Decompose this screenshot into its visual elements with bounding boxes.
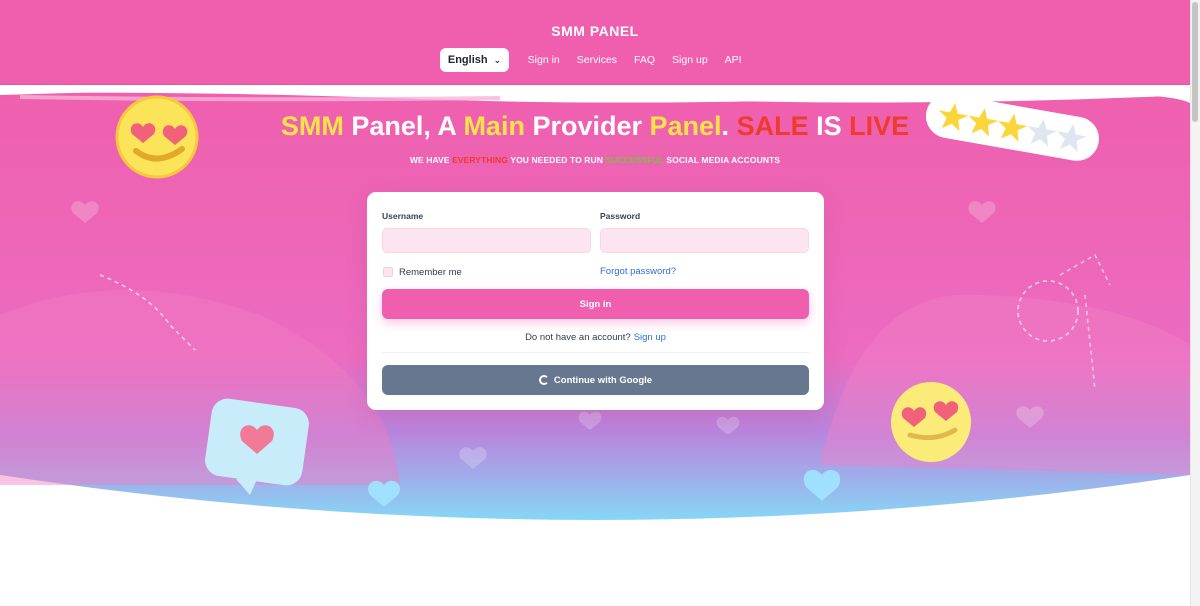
username-label: Username xyxy=(382,211,424,221)
top-navbar: SMM PANEL English ⌄ Sign in Services FAQ… xyxy=(0,0,1190,85)
sub-text-3: SOCIAL MEDIA ACCOUNTS xyxy=(663,155,781,165)
signin-button[interactable]: Sign in xyxy=(382,289,809,319)
forgot-password-link[interactable]: Forgot password? xyxy=(600,266,676,277)
google-button-label: Continue with Google xyxy=(553,374,653,386)
headline-panel: Panel xyxy=(649,111,722,141)
sub-everything: EVERYTHING xyxy=(452,155,509,165)
main-nav: English ⌄ Sign in Services FAQ Sign up A… xyxy=(0,48,1190,72)
password-input[interactable] xyxy=(600,228,809,253)
remember-checkbox[interactable] xyxy=(383,267,393,277)
username-input[interactable] xyxy=(382,228,591,253)
headline-text-1: Panel, A xyxy=(343,111,464,141)
language-select[interactable]: English ⌄ xyxy=(439,48,510,72)
signup-link[interactable]: Sign up xyxy=(634,332,666,343)
nav-api[interactable]: API xyxy=(716,54,750,66)
sub-successful: SUCCESSFUL xyxy=(605,155,664,165)
language-value: English xyxy=(447,54,488,66)
password-label: Password xyxy=(600,211,641,221)
remember-label[interactable]: Remember me xyxy=(399,267,462,278)
chevron-down-icon: ⌄ xyxy=(493,54,502,65)
nav-signin[interactable]: Sign in xyxy=(519,54,568,66)
nav-faq[interactable]: FAQ xyxy=(626,54,664,66)
brand-logo[interactable]: SMM PANEL xyxy=(0,23,1190,39)
hero-headline: SMM Panel, A Main Provider Panel. SALE I… xyxy=(0,111,1190,142)
headline-text-2: Provider xyxy=(524,111,650,141)
no-account-text: Do not have an account? Sign up xyxy=(367,332,824,343)
headline-sale: SALE xyxy=(736,111,809,141)
login-card: Username Password Remember me Forgot pas… xyxy=(367,192,824,410)
scrollbar[interactable] xyxy=(1190,0,1200,606)
nav-services[interactable]: Services xyxy=(568,54,625,66)
headline-dot: . xyxy=(721,111,737,141)
divider xyxy=(382,352,809,353)
nav-signup[interactable]: Sign up xyxy=(664,54,717,66)
headline-live: LIVE xyxy=(849,111,910,141)
google-icon xyxy=(538,375,549,385)
signin-button-label: Sign in xyxy=(579,298,612,310)
headline-is: IS xyxy=(808,111,850,141)
headline-smm: SMM xyxy=(280,111,344,141)
google-signin-button[interactable]: Continue with Google xyxy=(382,365,809,395)
sub-text-2: YOU NEEDED TO RUN xyxy=(508,155,606,165)
heart-eyes-emoji-icon-2 xyxy=(891,382,971,462)
scrollbar-thumb[interactable] xyxy=(1192,2,1198,122)
headline-main: Main xyxy=(463,111,525,141)
hero-subheadline: WE HAVE EVERYTHING YOU NEEDED TO RUN SUC… xyxy=(0,155,1190,165)
sub-text-1: WE HAVE xyxy=(409,155,453,165)
no-account-label: Do not have an account? xyxy=(525,332,631,343)
